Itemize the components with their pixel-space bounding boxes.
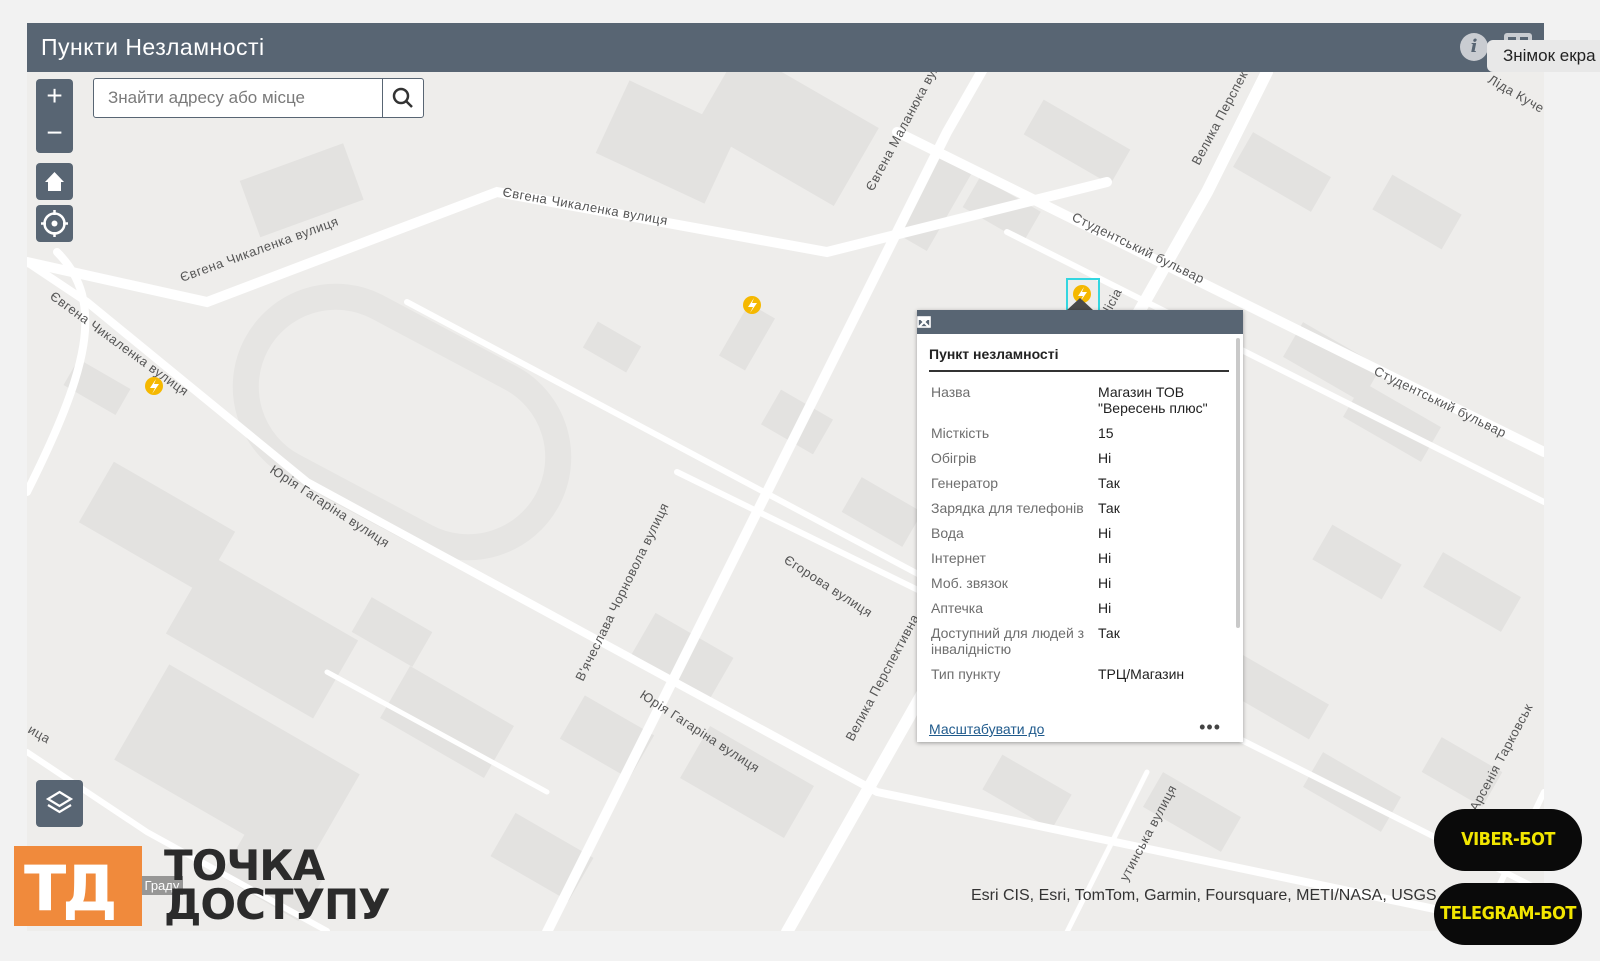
charging-point-icon[interactable] — [145, 377, 163, 395]
zoom-in-button[interactable]: + — [36, 79, 73, 116]
popup-heading: Пункт незламності — [929, 346, 1059, 362]
attribute-row: Тип пункту ТРЦ/Магазин — [931, 666, 1185, 682]
street-label: ица — [27, 722, 54, 747]
more-actions-button[interactable]: ••• — [1199, 717, 1221, 738]
viber-bot-button[interactable]: VIBER-БОТ — [1434, 809, 1582, 871]
street-label: утинська вулиця — [1116, 782, 1179, 883]
feature-popup: Пункт незламності Назва Магазин ТОВ "Вере… — [917, 310, 1243, 742]
layers-icon — [45, 790, 74, 814]
attribute-row: Назва Магазин ТОВ "Вересень плюс" — [931, 384, 1208, 416]
attribute-row: Вода Ні — [931, 525, 1112, 541]
street-label: Ліда Куче — [1486, 72, 1545, 116]
home-button[interactable] — [36, 163, 73, 200]
logo-mark: ТД — [14, 846, 142, 926]
search-icon — [392, 87, 413, 108]
popup-titlebar — [917, 310, 1243, 334]
zoom-out-button[interactable]: − — [36, 116, 73, 153]
locate-icon — [41, 210, 68, 237]
attribute-row: Місткість 15 — [931, 425, 1114, 441]
attribute-row: Інтернет Ні — [931, 550, 1112, 566]
app-header: Пункти Незламності i — [27, 23, 1544, 72]
search-input[interactable] — [94, 79, 382, 117]
map-attribution: Esri CIS, Esri, TomTom, Garmin, Foursqua… — [971, 887, 1437, 904]
attribute-row: Моб. звязок Ні — [931, 575, 1112, 591]
search-button[interactable] — [382, 79, 423, 117]
app-title: Пункти Незламності — [41, 34, 265, 60]
close-icon[interactable] — [917, 315, 931, 329]
attribute-row: Обігрів Ні — [931, 450, 1112, 466]
map-app: Пункти Незламності i Євгена Чикаленка ву… — [27, 23, 1544, 931]
attribute-table: Назва Магазин ТОВ "Вересень плюс" Місткіс… — [929, 380, 1229, 687]
attribute-row: Аптечка Ні — [931, 600, 1112, 616]
zoom-to-link[interactable]: Масштабувати до — [929, 721, 1044, 737]
attribute-row: Генератор Так — [931, 475, 1120, 491]
basemap[interactable]: Євгена Чикаленка вулиця Євгена Чикаленка… — [27, 72, 1544, 931]
map-view[interactable]: Євгена Чикаленка вулиця Євгена Чикаленка… — [27, 72, 1544, 931]
screenshot-tooltip[interactable]: Знімок екра — [1487, 40, 1600, 72]
popup-scrollbar[interactable] — [1236, 338, 1240, 628]
street-label: Євгена Чикаленка вулиця — [501, 184, 669, 228]
attribute-row: Доступний для людей з інвалідністю Так — [931, 625, 1120, 657]
search-box — [93, 78, 424, 118]
zoom-control: + − — [36, 79, 73, 153]
telegram-bot-button[interactable]: TELEGRAM-БОТ — [1434, 883, 1582, 945]
street-label: Арсенія Тарковськ — [1466, 701, 1535, 814]
logo-line-2: ДОСТУПУ — [164, 880, 390, 929]
brand-logo[interactable]: ТД ТОЧКА ДОСТУПУ — [14, 841, 414, 932]
info-icon[interactable]: i — [1460, 33, 1488, 61]
locate-button[interactable] — [36, 205, 73, 242]
charging-point-icon[interactable] — [743, 296, 761, 314]
attribute-row: Зарядка для телефонів Так — [931, 500, 1120, 516]
popup-divider — [929, 370, 1229, 372]
home-icon — [45, 172, 64, 191]
layer-list-button[interactable] — [36, 780, 83, 827]
